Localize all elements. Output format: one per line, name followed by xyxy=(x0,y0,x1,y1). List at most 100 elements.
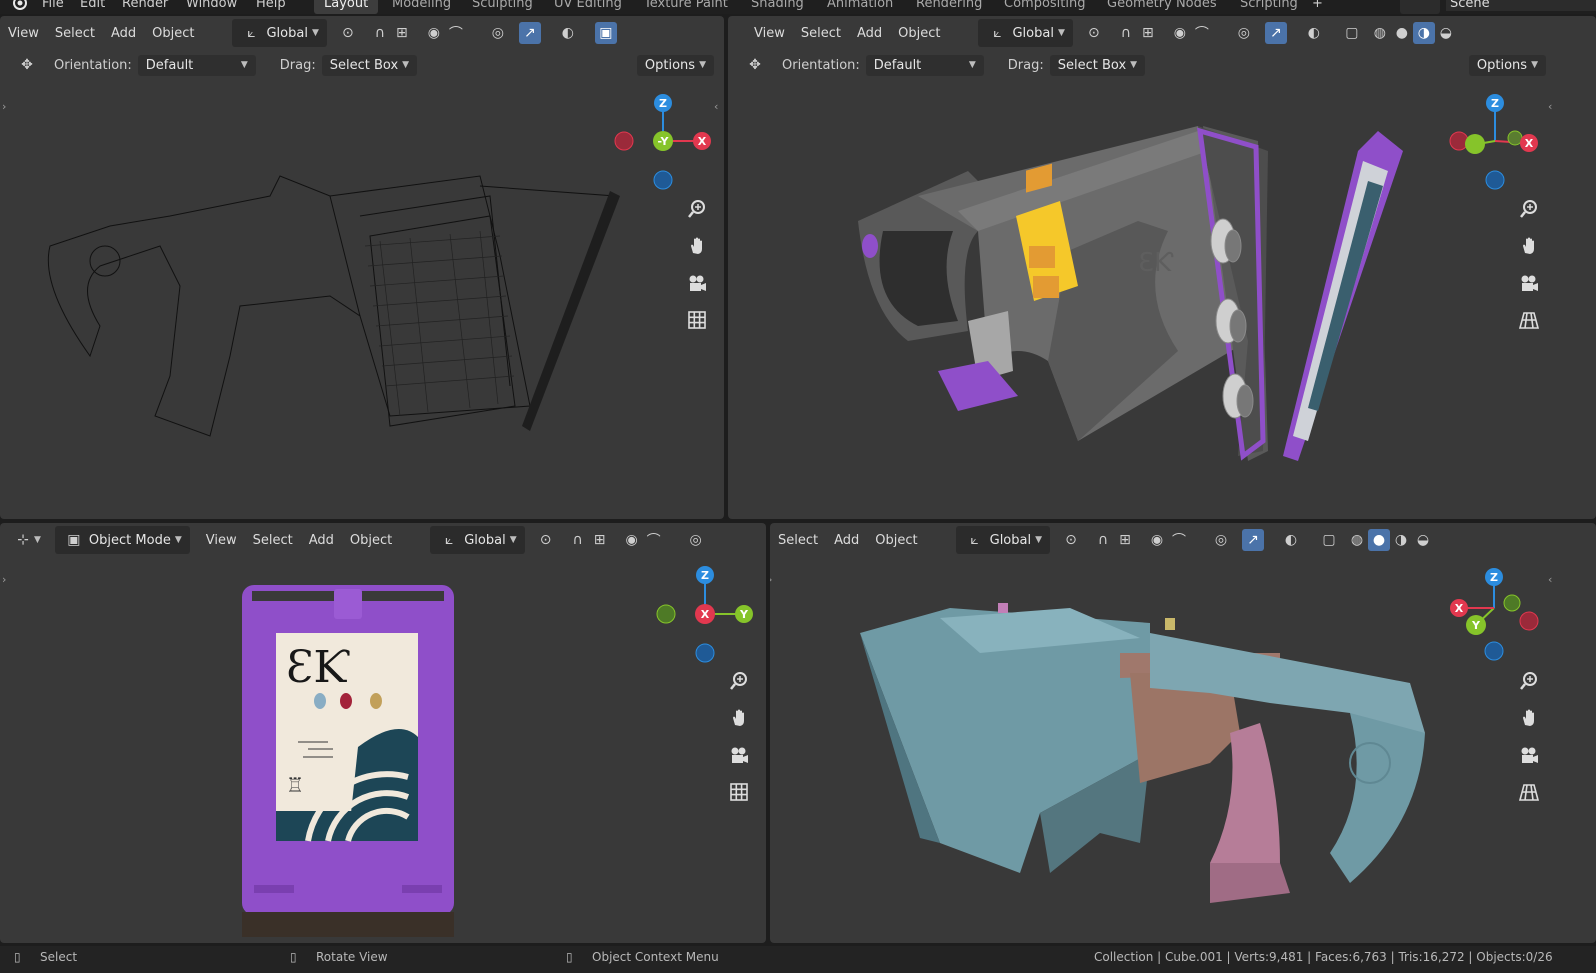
falloff-icon[interactable]: ⌒ xyxy=(445,22,467,44)
visibility-icon[interactable]: ◎ xyxy=(685,529,707,551)
tab-sculpting[interactable]: Sculpting xyxy=(472,0,533,11)
proportional-icon[interactable]: ◉ xyxy=(423,22,445,44)
overlay-icon[interactable]: ◐ xyxy=(1303,22,1325,44)
pivot-icon[interactable]: ⊙ xyxy=(1083,22,1105,44)
select-menu[interactable]: Select xyxy=(47,26,103,41)
viewport-bottom-right[interactable]: Select Add Object ⟀ Global ▼ ⊙ ∩ ⊞ ◉ ⌒ ◎ ↗… xyxy=(770,523,1596,943)
material-model[interactable]: ƐƘ xyxy=(838,111,1438,491)
zoom-icon[interactable] xyxy=(1514,666,1544,696)
shading-solid-icon[interactable]: ● xyxy=(1391,22,1413,44)
snap-target-icon[interactable]: ⊞ xyxy=(1114,529,1136,551)
object-menu[interactable]: Object xyxy=(342,533,400,548)
orientation-dropdown[interactable]: Default ▼ xyxy=(137,54,256,76)
transform-orientation-dropdown[interactable]: ⟀ Global ▼ xyxy=(232,19,327,47)
viewport-top-left[interactable]: View Select Add Object ⟀ Global ▼ ⊙ ∩ ⊞ ◉ … xyxy=(0,16,724,519)
menu-help[interactable]: Help xyxy=(256,0,286,11)
xray-icon[interactable]: ▣ xyxy=(594,22,617,44)
select-menu[interactable]: Select xyxy=(770,533,826,548)
xray-icon[interactable]: ▢ xyxy=(1318,529,1340,551)
grid-icon[interactable] xyxy=(682,305,712,335)
pan-hand-icon[interactable] xyxy=(682,231,712,261)
add-menu[interactable]: Add xyxy=(301,533,342,548)
viewport-bottom-left[interactable]: ⊹ ▼ ▣ Object Mode ▼ View Select Add Object… xyxy=(0,523,766,943)
shading-wire-icon[interactable]: ◍ xyxy=(1346,529,1368,551)
menu-file[interactable]: File xyxy=(42,0,64,11)
solid-model[interactable] xyxy=(850,593,1450,913)
shading-material-icon[interactable]: ◑ xyxy=(1390,529,1412,551)
options-dropdown[interactable]: Options ▼ xyxy=(636,54,714,76)
editor-type-icon[interactable]: ⊹ xyxy=(12,529,34,551)
zoom-icon[interactable] xyxy=(1514,194,1544,224)
camera-icon[interactable] xyxy=(724,740,754,770)
menu-edit[interactable]: Edit xyxy=(80,0,105,11)
tab-scripting[interactable]: Scripting xyxy=(1240,0,1298,11)
tab-layout[interactable]: Layout xyxy=(314,0,379,14)
pan-hand-icon[interactable] xyxy=(1514,231,1544,261)
tab-uv-editing[interactable]: UV Editing xyxy=(554,0,622,11)
view-menu[interactable]: View xyxy=(0,26,47,41)
zoom-icon[interactable] xyxy=(724,666,754,696)
select-menu[interactable]: Select xyxy=(245,533,301,548)
grid-icon[interactable] xyxy=(724,777,754,807)
gizmo-neg-z[interactable] xyxy=(695,643,715,663)
gizmo-icon[interactable]: ↗ xyxy=(518,22,541,44)
transform-orientation-dropdown[interactable]: ⟀ Global ▼ xyxy=(430,526,525,554)
tab-texture-paint[interactable]: Texture Paint xyxy=(644,0,728,11)
menu-render[interactable]: Render xyxy=(122,0,168,11)
drag-dropdown[interactable]: Select Box ▼ xyxy=(1049,54,1146,76)
xray-icon[interactable]: ▢ xyxy=(1341,22,1363,44)
perspective-icon[interactable] xyxy=(1514,777,1544,807)
falloff-icon[interactable]: ⌒ xyxy=(1191,22,1213,44)
navigation-gizmo[interactable]: Z X xyxy=(1443,91,1553,201)
gizmo-neg-x[interactable] xyxy=(1449,131,1469,151)
view-menu[interactable]: View xyxy=(198,533,245,548)
options-dropdown[interactable]: Options ▼ xyxy=(1468,54,1546,76)
navigation-gizmo[interactable]: Z X Y xyxy=(1442,563,1552,673)
overlay-icon[interactable]: ◐ xyxy=(557,22,579,44)
pan-hand-icon[interactable] xyxy=(724,703,754,733)
pan-hand-icon[interactable] xyxy=(1514,703,1544,733)
tab-geometry-nodes[interactable]: Geometry Nodes xyxy=(1107,0,1217,11)
snap-target-icon[interactable]: ⊞ xyxy=(589,529,611,551)
pivot-icon[interactable]: ⊙ xyxy=(535,529,557,551)
visibility-icon[interactable]: ◎ xyxy=(1210,529,1232,551)
perspective-icon[interactable] xyxy=(1514,305,1544,335)
tab-compositing[interactable]: Compositing xyxy=(1004,0,1086,11)
object-menu[interactable]: Object xyxy=(144,26,202,41)
camera-icon[interactable] xyxy=(682,268,712,298)
overlay-icon[interactable]: ◐ xyxy=(1280,529,1302,551)
add-workspace-button[interactable]: + xyxy=(1312,0,1323,11)
expand-toolbar-icon[interactable]: › xyxy=(770,573,772,586)
visibility-icon[interactable]: ◎ xyxy=(1233,22,1255,44)
snap-icon[interactable]: ∩ xyxy=(369,22,391,44)
gizmo-neg-y[interactable] xyxy=(656,604,676,624)
menu-window[interactable]: Window xyxy=(186,0,237,11)
gizmo-neg-y[interactable] xyxy=(1503,594,1521,612)
zoom-icon[interactable] xyxy=(682,194,712,224)
falloff-icon[interactable]: ⌒ xyxy=(643,529,665,551)
select-menu[interactable]: Select xyxy=(793,26,849,41)
camera-icon[interactable] xyxy=(1514,740,1544,770)
tab-animation[interactable]: Animation xyxy=(827,0,893,11)
add-menu[interactable]: Add xyxy=(103,26,144,41)
shading-rendered-icon[interactable]: ◒ xyxy=(1412,529,1434,551)
blender-logo-icon[interactable] xyxy=(8,0,30,11)
gizmo-neg-z[interactable] xyxy=(1485,170,1505,190)
add-menu[interactable]: Add xyxy=(849,26,890,41)
gizmo-neg-x[interactable] xyxy=(614,131,634,151)
expand-toolbar-icon[interactable]: › xyxy=(2,573,6,586)
gizmo-y[interactable] xyxy=(1465,134,1485,154)
shading-solid-icon[interactable]: ● xyxy=(1368,529,1391,551)
tab-rendering[interactable]: Rendering xyxy=(916,0,982,11)
tab-modeling[interactable]: Modeling xyxy=(392,0,451,11)
snap-icon[interactable]: ∩ xyxy=(1115,22,1137,44)
falloff-icon[interactable]: ⌒ xyxy=(1168,529,1190,551)
wireframe-model[interactable] xyxy=(30,156,630,456)
gizmo-neg-x[interactable] xyxy=(1519,611,1539,631)
expand-toolbar-icon[interactable]: › xyxy=(2,100,6,113)
object-menu[interactable]: Object xyxy=(890,26,948,41)
orientation-dropdown[interactable]: Default ▼ xyxy=(865,54,984,76)
gizmo-neg-y[interactable] xyxy=(1507,130,1523,146)
navigation-gizmo[interactable]: Z Y X xyxy=(650,563,760,673)
view-menu[interactable]: View xyxy=(746,26,793,41)
